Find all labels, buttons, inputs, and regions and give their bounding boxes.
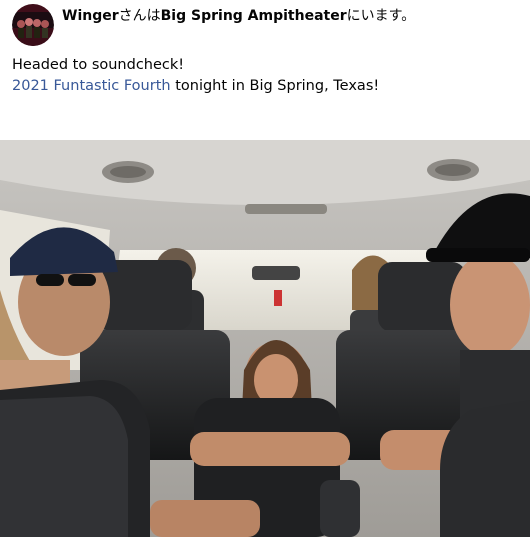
post-author-line: WingerさんはBig Spring Ampitheaterにいます。 <box>62 7 415 25</box>
place-name-link[interactable]: Big Spring Ampitheater <box>161 8 347 24</box>
band-in-car-photo <box>0 140 530 537</box>
event-hashtag-link[interactable]: 2021 Funtastic Fourth <box>12 78 171 94</box>
post-photo[interactable] <box>0 140 530 537</box>
band-avatar-image <box>12 4 54 46</box>
location-suffix: にいます。 <box>346 8 416 24</box>
location-particle: さんは <box>118 8 161 24</box>
post-text-line-2-rest: tonight in Big Spring, Texas! <box>170 78 380 94</box>
post-text-line-1: Headed to soundcheck! <box>12 57 185 73</box>
post-text-line-2: 2021 Funtastic Fourth tonight in Big Spr… <box>12 76 518 97</box>
post-header: WingerさんはBig Spring Ampitheaterにいます。 <box>12 4 415 48</box>
profile-avatar[interactable] <box>12 4 54 46</box>
post-text: Headed to soundcheck! 2021 Funtastic Fou… <box>12 55 518 97</box>
author-name-link[interactable]: Winger <box>62 8 119 24</box>
facebook-post: WingerさんはBig Spring Ampitheaterにいます。 Hea… <box>0 0 530 537</box>
